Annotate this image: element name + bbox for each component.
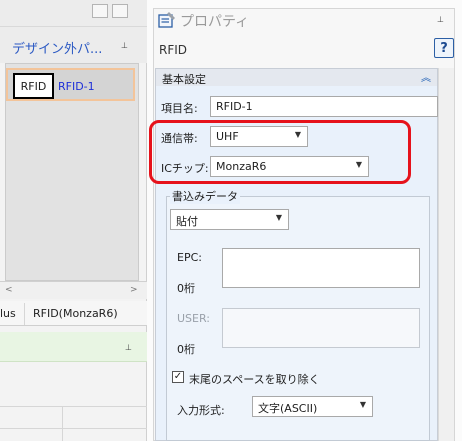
highlight-annotation [149,120,411,184]
outer-panel-title: デザイン外パ... [12,42,103,57]
category-title: 基本設定 [162,73,206,86]
pin-icon[interactable]: ⊥ [121,41,128,50]
input-format-label: 入力形式: [177,404,225,417]
properties-icon [158,12,175,28]
dropdown-caret-icon: ▼ [359,400,366,409]
pin-icon[interactable]: ⊥ [437,15,444,24]
pin-icon[interactable]: ⊥ [125,343,132,352]
input-format-value: 文字(ASCII) [258,402,318,415]
tab-rfid-monza[interactable]: RFID(MonzaR6) [33,307,118,320]
rfid-item-name: RFID-1 [58,80,95,93]
trim-label: 末尾のスペースを取り除く [189,373,320,386]
write-mode-select[interactable]: 貼付 ▼ [170,209,289,230]
grid-line [62,406,63,441]
tab-divider [24,303,25,325]
trim-checkbox[interactable]: ✓ [172,371,184,383]
item-name-field[interactable]: RFID-1 [210,96,438,117]
help-icon[interactable]: ? [434,38,454,58]
tab-partial[interactable]: lus [0,307,16,320]
epc-field[interactable] [222,248,420,288]
epc-label: EPC: [177,251,202,264]
dropdown-caret-icon: ▼ [275,213,282,222]
write-data-group-title: 書込みデータ [170,188,240,204]
vertical-scrollbar[interactable] [438,68,454,441]
scroll-right-icon[interactable]: > [130,285,138,295]
write-mode-value: 貼付 [176,215,198,228]
grid-line [0,406,147,407]
user-count: 0桁 [177,343,195,356]
checkmark-icon: ✓ [173,371,183,382]
chevron-up-icon[interactable]: ︽ [421,69,431,84]
item-name-label: 項目名: [161,102,198,115]
horizontal-scrollbar[interactable] [0,281,147,299]
selected-object-label: RFID [159,43,188,57]
scroll-left-icon[interactable]: < [5,285,13,295]
input-format-select[interactable]: 文字(ASCII) ▼ [252,396,373,417]
grid-line [0,428,147,429]
user-label: USER: [177,312,210,325]
user-field[interactable] [222,308,420,348]
properties-title: プロパティ [180,14,250,30]
window-button[interactable] [92,4,108,18]
epc-count: 0桁 [177,282,195,295]
window-button[interactable] [112,4,128,18]
rfid-box-label: RFID [13,73,54,99]
